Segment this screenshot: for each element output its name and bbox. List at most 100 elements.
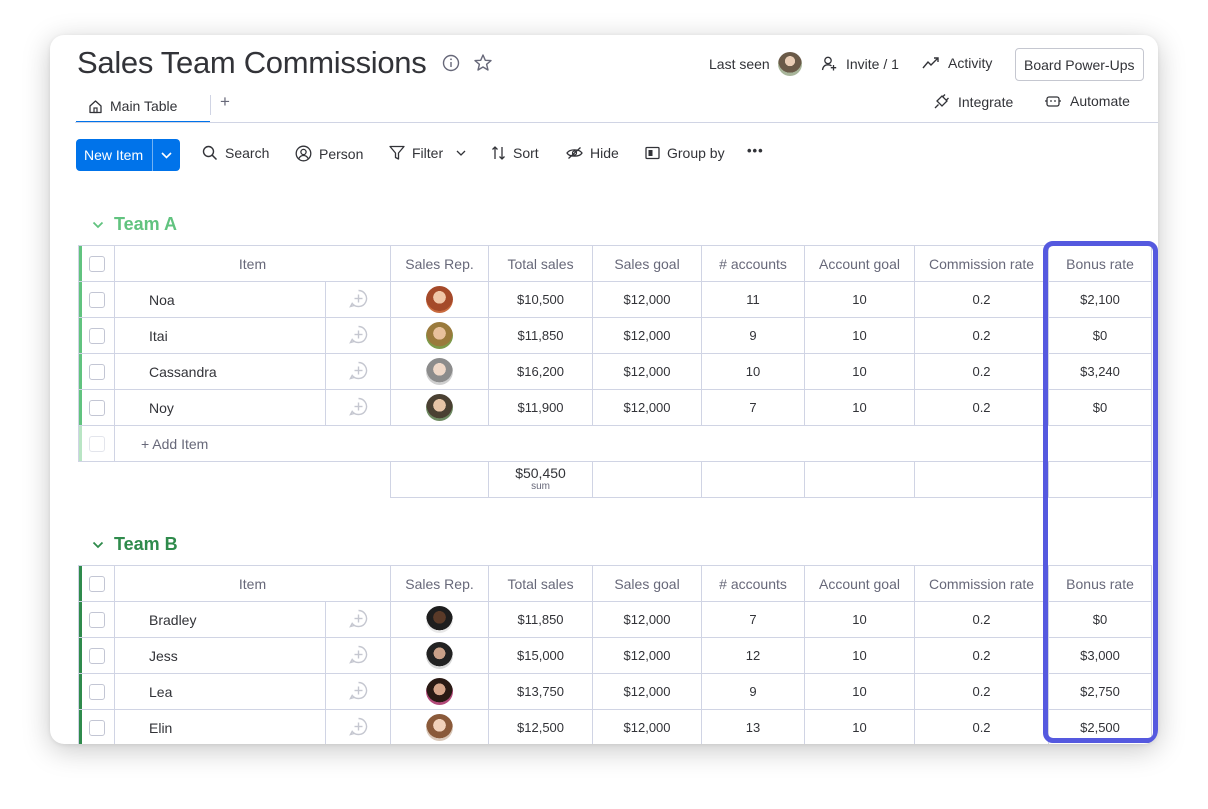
total-sales-cell[interactable]: $15,000 <box>488 637 594 674</box>
row-select-cell[interactable] <box>78 709 115 744</box>
account-goal-cell[interactable]: 10 <box>804 281 916 318</box>
new-item-button[interactable]: New Item <box>76 139 180 171</box>
account-goal-cell[interactable]: 10 <box>804 601 916 638</box>
bonus-rate-cell[interactable]: $3,240 <box>1048 353 1153 390</box>
group-by-button[interactable]: Group by <box>645 145 725 161</box>
account-goal-cell[interactable]: 10 <box>804 317 916 354</box>
accounts-cell[interactable]: 10 <box>701 353 806 390</box>
total-sales-cell[interactable]: $16,200 <box>488 353 594 390</box>
column-header-sales-rep[interactable]: Sales Rep. <box>390 245 490 282</box>
commission-rate-cell[interactable]: 0.2 <box>914 637 1050 674</box>
add-update-icon[interactable] <box>348 609 368 628</box>
sales-goal-cell[interactable]: $12,000 <box>592 637 703 674</box>
row-select-cell[interactable] <box>78 353 115 390</box>
sort-button[interactable]: Sort <box>491 145 539 161</box>
chevron-down-icon[interactable] <box>456 150 466 156</box>
add-update-cell[interactable] <box>324 709 392 744</box>
column-header-accounts[interactable]: # accounts <box>701 565 806 602</box>
avatar[interactable] <box>426 642 454 669</box>
sales-goal-cell[interactable]: $12,000 <box>592 673 703 710</box>
item-name-cell[interactable]: Elin <box>114 709 326 744</box>
sales-goal-cell[interactable]: $12,000 <box>592 709 703 744</box>
add-update-icon[interactable] <box>348 325 368 344</box>
hide-button[interactable]: Hide <box>566 145 619 161</box>
add-item-input[interactable]: + Add Item <box>113 425 1049 462</box>
column-header-item[interactable]: Item <box>113 245 392 282</box>
sales-rep-cell[interactable] <box>390 673 490 710</box>
bonus-rate-cell[interactable]: $0 <box>1048 601 1153 638</box>
summary-total-sales[interactable]: $50,450 sum <box>488 461 594 498</box>
column-header-item[interactable]: Item <box>113 565 392 602</box>
account-goal-cell[interactable]: 10 <box>804 709 916 744</box>
total-sales-cell[interactable]: $10,500 <box>488 281 594 318</box>
commission-rate-cell[interactable]: 0.2 <box>914 353 1050 390</box>
group-title[interactable]: Team B <box>114 534 178 555</box>
row-checkbox[interactable] <box>88 291 105 308</box>
item-name-cell[interactable]: Noy <box>114 389 326 426</box>
row-checkbox[interactable] <box>88 363 105 380</box>
accounts-cell[interactable]: 9 <box>701 317 806 354</box>
column-header-total-sales[interactable]: Total sales <box>488 565 594 602</box>
row-checkbox[interactable] <box>88 683 105 700</box>
column-header-commission-rate[interactable]: Commission rate <box>914 565 1050 602</box>
table-row[interactable]: Cassandra $16,200 $12,000 10 10 0.2 $3,2… <box>78 353 1153 390</box>
column-header-accounts[interactable]: # accounts <box>701 245 806 282</box>
row-checkbox[interactable] <box>88 647 105 664</box>
item-name-cell[interactable]: Jess <box>114 637 326 674</box>
row-select-cell[interactable] <box>78 317 115 354</box>
person-filter-button[interactable]: Person <box>295 145 363 162</box>
column-header-bonus-rate[interactable]: Bonus rate <box>1048 565 1153 602</box>
bonus-rate-cell[interactable]: $0 <box>1048 317 1153 354</box>
sales-goal-cell[interactable]: $12,000 <box>592 281 703 318</box>
total-sales-cell[interactable]: $12,500 <box>488 709 594 744</box>
sales-goal-cell[interactable]: $12,000 <box>592 601 703 638</box>
accounts-cell[interactable]: 7 <box>701 601 806 638</box>
activity-button[interactable]: Activity <box>922 55 992 71</box>
accounts-cell[interactable]: 12 <box>701 637 806 674</box>
sales-goal-cell[interactable]: $12,000 <box>592 317 703 354</box>
sales-rep-cell[interactable] <box>390 353 490 390</box>
sales-rep-cell[interactable] <box>390 317 490 354</box>
accounts-cell[interactable]: 9 <box>701 673 806 710</box>
info-icon[interactable] <box>442 54 460 72</box>
avatar[interactable] <box>426 322 454 349</box>
account-goal-cell[interactable]: 10 <box>804 389 916 426</box>
filter-button[interactable]: Filter <box>389 145 466 161</box>
avatar[interactable] <box>426 358 454 385</box>
commission-rate-cell[interactable]: 0.2 <box>914 673 1050 710</box>
table-row[interactable]: Noy $11,900 $12,000 7 10 0.2 $0 <box>78 389 1153 426</box>
add-view-button[interactable]: + <box>220 91 230 113</box>
table-row[interactable]: Lea $13,750 $12,000 9 10 0.2 $2,750 <box>78 673 1153 710</box>
commission-rate-cell[interactable]: 0.2 <box>914 709 1050 744</box>
row-select-cell[interactable] <box>78 389 115 426</box>
sales-rep-cell[interactable] <box>390 281 490 318</box>
accounts-cell[interactable]: 13 <box>701 709 806 744</box>
board-title[interactable]: Sales Team Commissions <box>77 45 427 81</box>
group-header-team-a[interactable]: Team A <box>92 214 177 235</box>
add-update-cell[interactable] <box>324 637 392 674</box>
table-row[interactable]: Itai $11,850 $12,000 9 10 0.2 $0 <box>78 317 1153 354</box>
commission-rate-cell[interactable]: 0.2 <box>914 389 1050 426</box>
avatar[interactable] <box>426 394 454 421</box>
item-name-cell[interactable]: Cassandra <box>114 353 326 390</box>
item-name-cell[interactable]: Lea <box>114 673 326 710</box>
total-sales-cell[interactable]: $13,750 <box>488 673 594 710</box>
column-header-bonus-rate[interactable]: Bonus rate <box>1048 245 1153 282</box>
commission-rate-cell[interactable]: 0.2 <box>914 281 1050 318</box>
row-select-cell[interactable] <box>78 637 115 674</box>
sales-goal-cell[interactable]: $12,000 <box>592 389 703 426</box>
row-select-cell[interactable] <box>78 601 115 638</box>
row-select-cell[interactable] <box>78 281 115 318</box>
add-update-cell[interactable] <box>324 353 392 390</box>
last-seen[interactable]: Last seen <box>709 52 802 76</box>
row-checkbox[interactable] <box>88 719 105 736</box>
account-goal-cell[interactable]: 10 <box>804 637 916 674</box>
integrate-button[interactable]: Integrate <box>933 93 1013 110</box>
table-row[interactable]: Jess $15,000 $12,000 12 10 0.2 $3,000 <box>78 637 1153 674</box>
add-update-cell[interactable] <box>324 601 392 638</box>
sales-rep-cell[interactable] <box>390 709 490 744</box>
sales-rep-cell[interactable] <box>390 637 490 674</box>
sales-rep-cell[interactable] <box>390 601 490 638</box>
search-button[interactable]: Search <box>202 145 269 161</box>
accounts-cell[interactable]: 7 <box>701 389 806 426</box>
